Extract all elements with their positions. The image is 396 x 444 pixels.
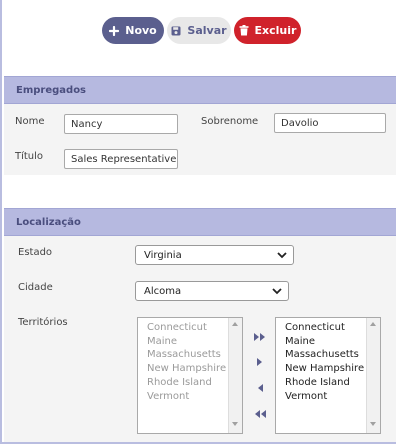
cidade-select[interactable]: Alcoma (135, 281, 289, 301)
titulo-label: Título (15, 151, 44, 162)
scroll-up-icon[interactable] (370, 322, 376, 326)
estado-value: Virginia (144, 250, 182, 261)
localizacao-title: Localização (16, 216, 81, 228)
territorios-label: Territórios (18, 317, 68, 328)
move-all-right-icon (254, 333, 265, 341)
chevron-down-icon (272, 287, 282, 298)
move-all-right-button[interactable] (250, 330, 270, 344)
scroll-down-icon[interactable] (232, 422, 238, 426)
move-left-icon (258, 384, 263, 392)
trash-icon (239, 25, 249, 36)
scroll-up-icon[interactable] (232, 322, 238, 326)
excluir-button[interactable]: Excluir (234, 17, 301, 44)
move-right-icon (257, 358, 262, 366)
salvar-button-label: Salvar (187, 24, 227, 37)
empregados-title: Empregados (16, 84, 87, 96)
estado-label: Estado (18, 247, 53, 258)
scrollbar[interactable] (366, 318, 380, 433)
titulo-field[interactable]: Sales Representative (64, 149, 178, 169)
move-left-button[interactable] (250, 381, 270, 395)
salvar-button[interactable]: Salvar (167, 17, 231, 44)
cidade-label: Cidade (18, 282, 53, 293)
novo-button-label: Novo (125, 24, 157, 37)
nome-field[interactable]: Nancy (64, 114, 178, 134)
nome-label: Nome (15, 116, 45, 127)
move-right-button[interactable] (250, 355, 270, 369)
sobrenome-label: Sobrenome (201, 116, 259, 127)
scrollbar[interactable] (228, 318, 242, 433)
cidade-value: Alcoma (144, 286, 182, 297)
selected-territories-list[interactable]: Connecticut Maine Massachusetts New Hamp… (275, 317, 381, 434)
available-territories-list[interactable]: Connecticut Maine Massachusetts New Hamp… (137, 317, 243, 434)
plus-icon (109, 25, 120, 36)
toolbar: Novo Salvar Excluir (0, 17, 396, 45)
chevron-down-icon (277, 251, 287, 262)
sobrenome-field[interactable]: Davolio (274, 113, 386, 133)
novo-button[interactable]: Novo (102, 17, 164, 44)
move-all-left-button[interactable] (250, 407, 270, 421)
excluir-button-label: Excluir (254, 24, 297, 37)
move-all-left-icon (255, 410, 266, 418)
window-border-left (0, 0, 2, 444)
scroll-down-icon[interactable] (370, 422, 376, 426)
save-icon (171, 26, 181, 36)
estado-select[interactable]: Virginia (135, 245, 294, 265)
empregados-header: Empregados (4, 76, 396, 104)
localizacao-header: Localização (4, 208, 396, 236)
